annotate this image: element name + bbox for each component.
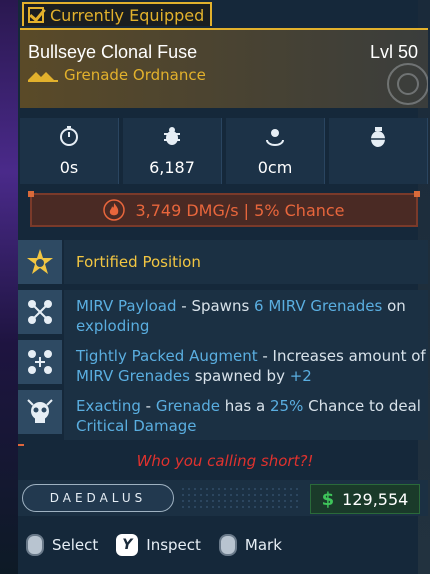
perk-keyword: exploding: [76, 317, 150, 335]
stat-fuse-time: 0s: [20, 118, 119, 184]
perk-fortified-position: Fortified Position: [18, 240, 428, 284]
perk-desc: Chance to deal: [303, 397, 421, 415]
mirv-icon: [28, 300, 52, 324]
grenade-icon: [371, 127, 385, 147]
prompt-label: Inspect: [146, 536, 201, 554]
prompt-label: Select: [52, 536, 99, 554]
perk-icon-box: [18, 390, 62, 434]
bug-icon: [164, 127, 180, 145]
equipped-label: Currently Equipped: [50, 5, 205, 25]
perk-desc: has a: [219, 397, 270, 415]
stat-value: 0cm: [257, 158, 293, 177]
damage-text: 3,749 DMG/s | 5% Chance: [135, 200, 345, 220]
select-prompt[interactable]: Select: [26, 534, 98, 556]
inspect-prompt[interactable]: Y Inspect: [116, 534, 201, 556]
flavor-text: Who you calling short?!: [136, 452, 314, 470]
stat-damage: 6,187: [123, 118, 222, 184]
stat-grenade-type: [329, 118, 428, 184]
perk-body: Fortified Position: [64, 240, 428, 284]
price-tag: $ 129,554: [310, 484, 420, 514]
star-badge-icon: [27, 249, 53, 274]
perk-name: MIRV Payload: [76, 297, 177, 315]
perk-desc: - Spawns: [176, 297, 255, 315]
background-scene: [0, 0, 18, 574]
x-button-icon: [218, 534, 237, 556]
mirv-plus-icon: [28, 350, 52, 374]
rarity-chevrons-icon: [28, 72, 58, 82]
perk-keyword: 6 MIRV Grenades: [254, 297, 383, 315]
prompt-label: Mark: [244, 536, 282, 554]
item-type: Grenade Ordnance: [64, 66, 206, 84]
perk-keyword: Grenade: [155, 397, 220, 415]
perk-mirv-payload: MIRV Payload - Spawns 6 MIRV Grenades on…: [18, 290, 428, 340]
perk-name: Fortified Position: [76, 253, 201, 271]
header-art: [387, 63, 428, 105]
stats-row: 0s 6,187 0cm: [20, 118, 428, 184]
currency-icon: $: [321, 488, 335, 510]
perk-desc: - Increases amount of: [257, 347, 426, 365]
perk-name: Exacting: [76, 397, 141, 415]
perk-keyword: MIRV Grenades: [76, 367, 190, 385]
perk-icon-box: [18, 340, 62, 384]
equipped-tag: Currently Equipped: [22, 2, 212, 26]
perk-name: Tightly Packed Augment: [76, 347, 258, 365]
perk-body: Exacting - Grenade has a 25% Chance to d…: [64, 390, 428, 440]
timer-icon: [60, 126, 78, 146]
perk-icon-box: [18, 240, 62, 284]
perk-desc: spawned by: [189, 367, 290, 385]
stat-value: 6,187: [149, 158, 195, 177]
fire-icon: [103, 199, 126, 221]
perk-exacting: Exacting - Grenade has a 25% Chance to d…: [18, 390, 428, 440]
price-value: 129,554: [342, 489, 409, 509]
perk-body: MIRV Payload - Spawns 6 MIRV Grenades on…: [64, 290, 428, 340]
item-name: Bullseye Clonal Fuse: [28, 42, 198, 62]
perk-tightly-packed-augment: Tightly Packed Augment - Increases amoun…: [18, 340, 428, 390]
perk-body: Tightly Packed Augment - Increases amoun…: [64, 340, 428, 390]
item-header: Bullseye Clonal Fuse Lvl 50 Grenade Ordn…: [20, 28, 428, 108]
mark-prompt[interactable]: Mark: [218, 534, 282, 556]
button-prompts: Select Y Inspect Mark: [26, 534, 282, 556]
stat-radius: 0cm: [226, 118, 325, 184]
perk-keyword: 25%: [269, 397, 304, 415]
decorative-dots: [180, 486, 300, 510]
perk-desc: -: [140, 397, 156, 415]
a-button-icon: [26, 534, 44, 556]
radius-icon: [266, 129, 284, 146]
perk-keyword: Critical Damage: [76, 417, 197, 435]
perk-desc: on: [382, 297, 406, 315]
y-button-icon: Y: [116, 534, 139, 556]
equipped-check-icon: [28, 7, 44, 23]
skull-icon: [27, 399, 53, 423]
perk-keyword: +2: [289, 367, 312, 385]
manufacturer-logo: DAEDALUS: [22, 484, 174, 512]
perk-icon-box: [18, 290, 62, 334]
side-marker: [18, 444, 24, 446]
stat-value: 0s: [59, 158, 79, 177]
elemental-damage-bar: 3,749 DMG/s | 5% Chance: [28, 191, 420, 227]
